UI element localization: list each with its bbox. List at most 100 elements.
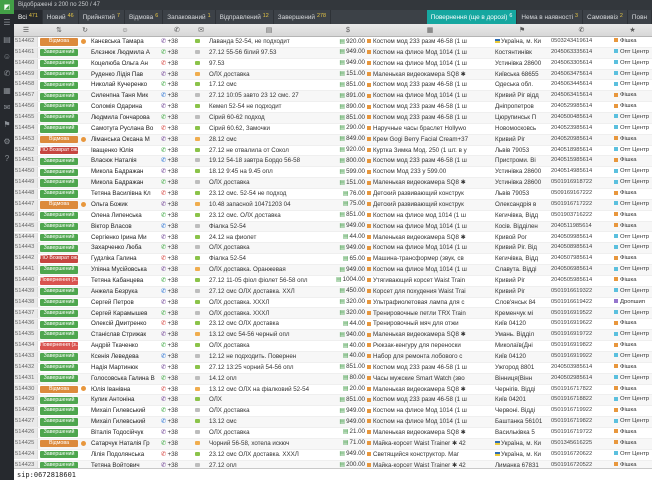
client-phone-number[interactable]: 0501903716222 [550,211,613,221]
status-cell[interactable]: Завершений [38,298,80,307]
client-phone-number[interactable]: 0501916720622 [550,450,613,460]
message-cell[interactable] [194,113,208,123]
call-icon[interactable]: ✆ [161,342,166,349]
client-phone-number[interactable]: 0503243419614 [550,37,613,47]
call-icon[interactable]: ✆ [161,168,166,175]
client-phone-number[interactable]: 2040506985614 [550,265,613,275]
message-cell[interactable] [194,352,208,362]
call-icon[interactable]: ✆ [161,234,166,241]
call-icon[interactable]: ✆ [161,440,166,447]
phone-cell[interactable]: ✆+38 [160,298,194,308]
client-phone-number[interactable]: 2040509985614 [550,233,613,243]
chat-icon[interactable] [195,169,200,173]
status-cell[interactable]: Завершений [38,450,80,459]
call-icon[interactable]: ✆ [161,299,166,306]
call-icon[interactable]: ✆ [161,71,166,78]
product-name[interactable]: Маленькая видеокамера SQ8 ✱ [366,385,494,395]
message-cell[interactable] [194,70,208,80]
chat-icon[interactable] [195,289,200,293]
mail-icon[interactable]: ✉ [0,99,14,116]
client-name[interactable]: Лілія Подолянська [90,450,160,460]
phone-cell[interactable]: ✆+38 [160,37,194,47]
message-cell[interactable] [194,167,208,177]
client-phone-number[interactable]: 2040505985614 [550,276,613,286]
chat-icon[interactable] [195,376,200,380]
product-name[interactable]: Костюм мод 233 разм 46-58 (1 ш [366,102,494,112]
message-cell[interactable] [194,37,208,47]
call-icon[interactable]: ✆ [161,157,166,164]
status-cell[interactable]: Завершений [38,102,80,111]
product-name[interactable]: Машина-трансформер (звук, св [366,254,494,264]
product-name[interactable]: Костюм на флисе Мод 1014 (1 ш [366,222,494,232]
client-name[interactable]: Андрій Ткаченко [90,341,160,351]
call-icon[interactable]: ✆ [161,418,166,425]
call-icon[interactable]: ✆ [161,364,166,371]
call-icon[interactable]: ✆ [161,114,166,121]
message-cell[interactable] [194,298,208,308]
product-name[interactable]: Тренировочный мяч для отжи [366,319,494,329]
client-phone-number[interactable]: 0501916919722 [550,330,613,340]
refresh-icon[interactable]: ↻ [80,24,90,36]
client-name[interactable]: Соломія Одарина [90,102,160,112]
table-row[interactable]: 514450ЗавершенийМикола Бадражан✆+3818.12… [14,167,652,178]
status-cell[interactable]: Завершений [38,320,80,329]
product-name[interactable]: Костюм мод 233 разм 46-58 (1 ш [366,395,494,405]
table-row[interactable]: 514446ЗавершенийОлена Липенська✆+3823.12… [14,211,652,222]
product-name[interactable]: Костюм мод 233 разм 46-58 (1 ш [366,363,494,373]
phone-cell[interactable]: ✆+38 [160,417,194,427]
table-row[interactable]: 514448ЗавершенийТетяна Василівна Кл✆+382… [14,189,652,200]
table-row[interactable]: 514462ВідмоваКанєвська Тамара✆+38Лаванда… [14,37,652,48]
product-name[interactable]: Костюм на флисе мод 1014 (1 ш [366,211,494,221]
message-cell[interactable] [194,461,208,468]
table-row[interactable]: 514427ЗавершенийМихаіл Гилевський✆+3813.… [14,417,652,428]
call-icon[interactable]: ✆ [161,147,166,154]
chat-icon[interactable] [195,245,200,249]
product-name[interactable]: Маленькая видеокамера SQ8 ✱ [366,330,494,340]
message-cell[interactable] [194,309,208,319]
status-cell[interactable]: Завершений [38,363,80,372]
product-column-icon[interactable]: ▦ [366,24,494,36]
product-name[interactable]: Корсет для похудения Waist Trai [366,287,494,297]
orders-icon[interactable]: ▤ [0,31,14,48]
tab-vidmova[interactable]: Відмова6 [125,10,163,24]
call-icon[interactable]: ✆ [161,386,166,393]
phone-cell[interactable]: ✆+38 [160,309,194,319]
client-name[interactable]: Микола Бадражан [90,167,160,177]
client-phone-number[interactable]: 0501916619322 [550,287,613,297]
client-phone-number[interactable]: 2040508985614 [550,243,613,253]
table-row[interactable]: 514434Повернення (з...Андрій Ткаченко✆+3… [14,341,652,352]
call-icon[interactable]: ✆ [161,92,166,99]
chat-icon[interactable] [195,235,200,239]
chat-icon[interactable] [195,419,200,423]
product-name[interactable]: Маленькая видеокамера SQ8 ✱ [366,178,494,188]
product-name[interactable]: Костюм мод 233 разм 46-58 (1 ш [366,80,494,90]
product-name[interactable]: Маленькая видеокамера SQ8 ✱ [366,70,494,80]
menu-icon[interactable]: ☰ [14,24,38,36]
client-name[interactable]: Канєвська Тамара [90,37,160,47]
call-icon[interactable]: ✆ [161,60,166,67]
product-name[interactable]: Утягивающий корсет Waist Train [366,276,494,286]
product-name[interactable]: Маленькая видеокамера SQ8 ✱ [366,233,494,243]
status-cell[interactable]: Завершений [38,461,80,468]
phone-cell[interactable]: ✆+38 [160,374,194,384]
client-name[interactable]: Ліманська Оксана М [90,135,160,145]
chat-icon[interactable] [195,397,200,401]
phone-cell[interactable]: ✆+38 [160,156,194,166]
chat-icon[interactable] [195,61,200,65]
tab-povernennia-v-dorozi[interactable]: Повернення (ще в дорозі)6 [427,10,518,24]
message-cell[interactable] [194,146,208,156]
phone-cell[interactable]: ✆+38 [160,124,194,134]
chat-icon[interactable] [195,387,200,391]
product-name[interactable]: Костюм на флисе Мод 1014 (1 ш [366,265,494,275]
source-column-icon[interactable]: ★ [613,24,652,36]
chat-icon[interactable] [195,452,200,456]
chat-icon[interactable] [195,115,200,119]
client-name[interactable]: Руденко Лідія Пав [90,70,160,80]
call-icon[interactable]: ✆ [161,277,166,284]
product-name[interactable]: Детский развивающий конструк [366,200,494,210]
tab-samovyviz[interactable]: Самовивіз2 [583,10,628,24]
table-row[interactable]: 514428ЗавершенийМихаіл Гилевський✆+38ОЛХ… [14,406,652,417]
message-cell[interactable] [194,276,208,286]
message-cell[interactable] [194,156,208,166]
client-name[interactable]: Самотуга Руслана Во [90,124,160,134]
